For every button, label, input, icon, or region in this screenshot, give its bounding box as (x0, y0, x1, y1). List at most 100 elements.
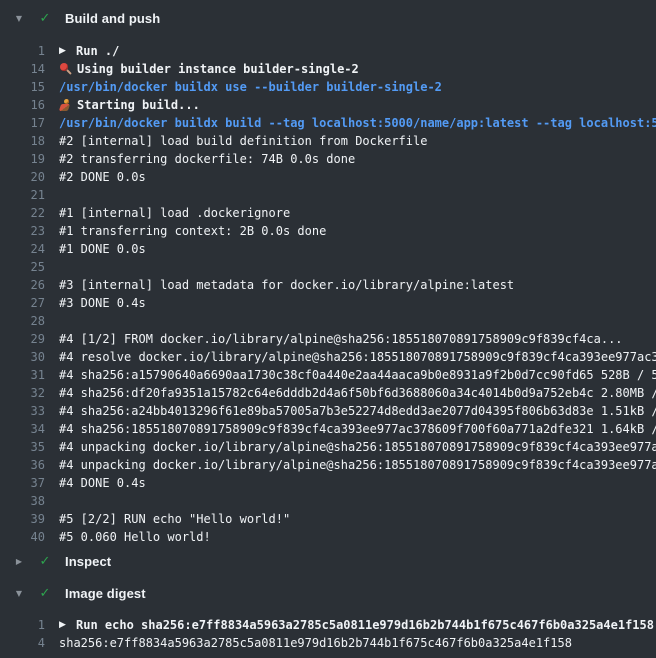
line-number[interactable]: 36 (0, 456, 45, 474)
chevron-down-icon[interactable]: ▼ (12, 14, 26, 23)
log-line: 38 (0, 492, 656, 510)
line-number[interactable]: 20 (0, 168, 45, 186)
log-line: 16 Starting build... (0, 96, 656, 114)
line-number[interactable]: 17 (0, 114, 45, 132)
play-icon (59, 45, 76, 57)
log-line: 22 #1 [internal] load .dockerignore (0, 204, 656, 222)
line-number[interactable]: 23 (0, 222, 45, 240)
log-lines: 1 Run echo sha256:e7ff8834a5963a2785c5a08… (0, 616, 656, 652)
log-line: 31 #4 sha256:a15790640a6690aa1730c38cf0a4… (0, 366, 656, 384)
line-text-content: #5 [2/2] RUN echo "Hello world!" (59, 510, 290, 528)
workflow-log-viewer: ▼✓Build and push1Run ./14Using builder i… (0, 0, 656, 658)
line-text-content: #4 unpacking docker.io/library/alpine@sh… (59, 438, 656, 456)
section-header-build-and-push[interactable]: ▼✓Build and push (0, 0, 656, 36)
line-text-content: #1 DONE 0.0s (59, 240, 146, 258)
line-number[interactable]: 21 (0, 186, 45, 204)
log-line: 28 (0, 312, 656, 330)
line-number[interactable]: 27 (0, 294, 45, 312)
line-text[interactable]: Run echo sha256:e7ff8834a5963a2785c5a081… (59, 616, 654, 634)
line-number[interactable]: 1 (0, 616, 45, 634)
line-number[interactable]: 35 (0, 438, 45, 456)
line-number[interactable]: 18 (0, 132, 45, 150)
log-line: 30 #4 resolve docker.io/library/alpine@sh… (0, 348, 656, 366)
chevron-down-icon[interactable]: ▼ (12, 589, 26, 598)
play-icon (59, 619, 76, 631)
line-text: sha256:e7ff8834a5963a2785c5a0811e979d16b… (59, 634, 572, 652)
line-text: #1 transferring context: 2B 0.0s done (59, 222, 326, 240)
line-text: #2 DONE 0.0s (59, 168, 146, 186)
line-number[interactable]: 19 (0, 150, 45, 168)
line-number[interactable]: 16 (0, 96, 45, 114)
runner-icon (59, 99, 72, 112)
section-header-inspect[interactable]: ▶✓Inspect (0, 546, 656, 576)
log-line: 24 #1 DONE 0.0s (0, 240, 656, 258)
line-text-content: #2 transferring dockerfile: 74B 0.0s don… (59, 150, 355, 168)
line-number[interactable]: 4 (0, 634, 45, 652)
line-number[interactable]: 1 (0, 42, 45, 60)
line-number[interactable]: 14 (0, 60, 45, 78)
line-text: #3 [internal] load metadata for docker.i… (59, 276, 514, 294)
line-text-content: #3 [internal] load metadata for docker.i… (59, 276, 514, 294)
line-number[interactable]: 29 (0, 330, 45, 348)
line-text: #4 DONE 0.4s (59, 474, 146, 492)
line-text: #4 unpacking docker.io/library/alpine@sh… (59, 438, 656, 456)
line-text: /usr/bin/docker buildx use --builder bui… (59, 78, 442, 96)
line-number[interactable]: 33 (0, 402, 45, 420)
line-text: #1 DONE 0.0s (59, 240, 146, 258)
line-number[interactable]: 30 (0, 348, 45, 366)
line-number[interactable]: 31 (0, 366, 45, 384)
section-header-image-digest[interactable]: ▼✓Image digest (0, 576, 656, 610)
log-line: 35 #4 unpacking docker.io/library/alpine@… (0, 438, 656, 456)
log-line: 32 #4 sha256:df20fa9351a15782c64e6dddb2d4… (0, 384, 656, 402)
line-text: #1 [internal] load .dockerignore (59, 204, 290, 222)
line-text: #4 sha256:185518070891758909c9f839cf4ca3… (59, 420, 656, 438)
pushpin-icon (59, 63, 72, 76)
log-line: 1 Run echo sha256:e7ff8834a5963a2785c5a08… (0, 616, 656, 634)
log-line: 20 #2 DONE 0.0s (0, 168, 656, 186)
log-line: 29#4 [1/2] FROM docker.io/library/alpine… (0, 330, 656, 348)
section-inspect: ▶✓Inspect (0, 546, 656, 576)
line-number[interactable]: 32 (0, 384, 45, 402)
line-number[interactable]: 15 (0, 78, 45, 96)
line-text[interactable]: Run ./ (59, 42, 119, 60)
line-number[interactable]: 34 (0, 420, 45, 438)
line-text: #3 DONE 0.4s (59, 294, 146, 312)
line-number[interactable]: 28 (0, 312, 45, 330)
section-build-and-push: ▼✓Build and push1Run ./14Using builder i… (0, 0, 656, 546)
line-number[interactable]: 25 (0, 258, 45, 276)
log-line: 39 #5 [2/2] RUN echo "Hello world!" (0, 510, 656, 528)
chevron-right-icon[interactable]: ▶ (12, 557, 26, 566)
line-number[interactable]: 24 (0, 240, 45, 258)
line-text-content: #4 unpacking docker.io/library/alpine@sh… (59, 456, 656, 474)
log-line: 40 #5 0.060 Hello world! (0, 528, 656, 546)
section-title: Build and push (65, 11, 160, 26)
log-line: 21 (0, 186, 656, 204)
log-line: 27 #3 DONE 0.4s (0, 294, 656, 312)
line-text-content: #4 resolve docker.io/library/alpine@sha2… (59, 348, 656, 366)
line-text-content: #3 DONE 0.4s (59, 294, 146, 312)
log-line: 19 #2 transferring dockerfile: 74B 0.0s d… (0, 150, 656, 168)
log-line: 33#4 sha256:a24bb4013296f61e89ba57005a7b… (0, 402, 656, 420)
line-text-content: #4 sha256:a15790640a6690aa1730c38cf0a440… (59, 366, 656, 384)
line-number[interactable]: 26 (0, 276, 45, 294)
section-title: Inspect (65, 554, 111, 569)
section-title: Image digest (65, 586, 146, 601)
line-text-content: #4 sha256:185518070891758909c9f839cf4ca3… (59, 420, 656, 438)
line-text: #5 [2/2] RUN echo "Hello world!" (59, 510, 290, 528)
line-number[interactable]: 40 (0, 528, 45, 546)
line-number[interactable]: 22 (0, 204, 45, 222)
line-text: /usr/bin/docker buildx build --tag local… (59, 114, 656, 132)
line-text: #5 0.060 Hello world! (59, 528, 211, 546)
line-number[interactable]: 39 (0, 510, 45, 528)
line-text-content: Starting build... (77, 96, 200, 114)
line-text-content: #1 [internal] load .dockerignore (59, 204, 290, 222)
log-line: 4 sha256:e7ff8834a5963a2785c5a0811e979d16… (0, 634, 656, 652)
line-text: #4 resolve docker.io/library/alpine@sha2… (59, 348, 656, 366)
line-text-content: /usr/bin/docker buildx use --builder bui… (59, 78, 442, 96)
line-number[interactable]: 38 (0, 492, 45, 510)
line-number[interactable]: 37 (0, 474, 45, 492)
log-line: 36 #4 unpacking docker.io/library/alpine@… (0, 456, 656, 474)
log-line: 15/usr/bin/docker buildx use --builder b… (0, 78, 656, 96)
line-text: #4 sha256:df20fa9351a15782c64e6dddb2d4a6… (59, 384, 656, 402)
log-line: 17/usr/bin/docker buildx build --tag loc… (0, 114, 656, 132)
